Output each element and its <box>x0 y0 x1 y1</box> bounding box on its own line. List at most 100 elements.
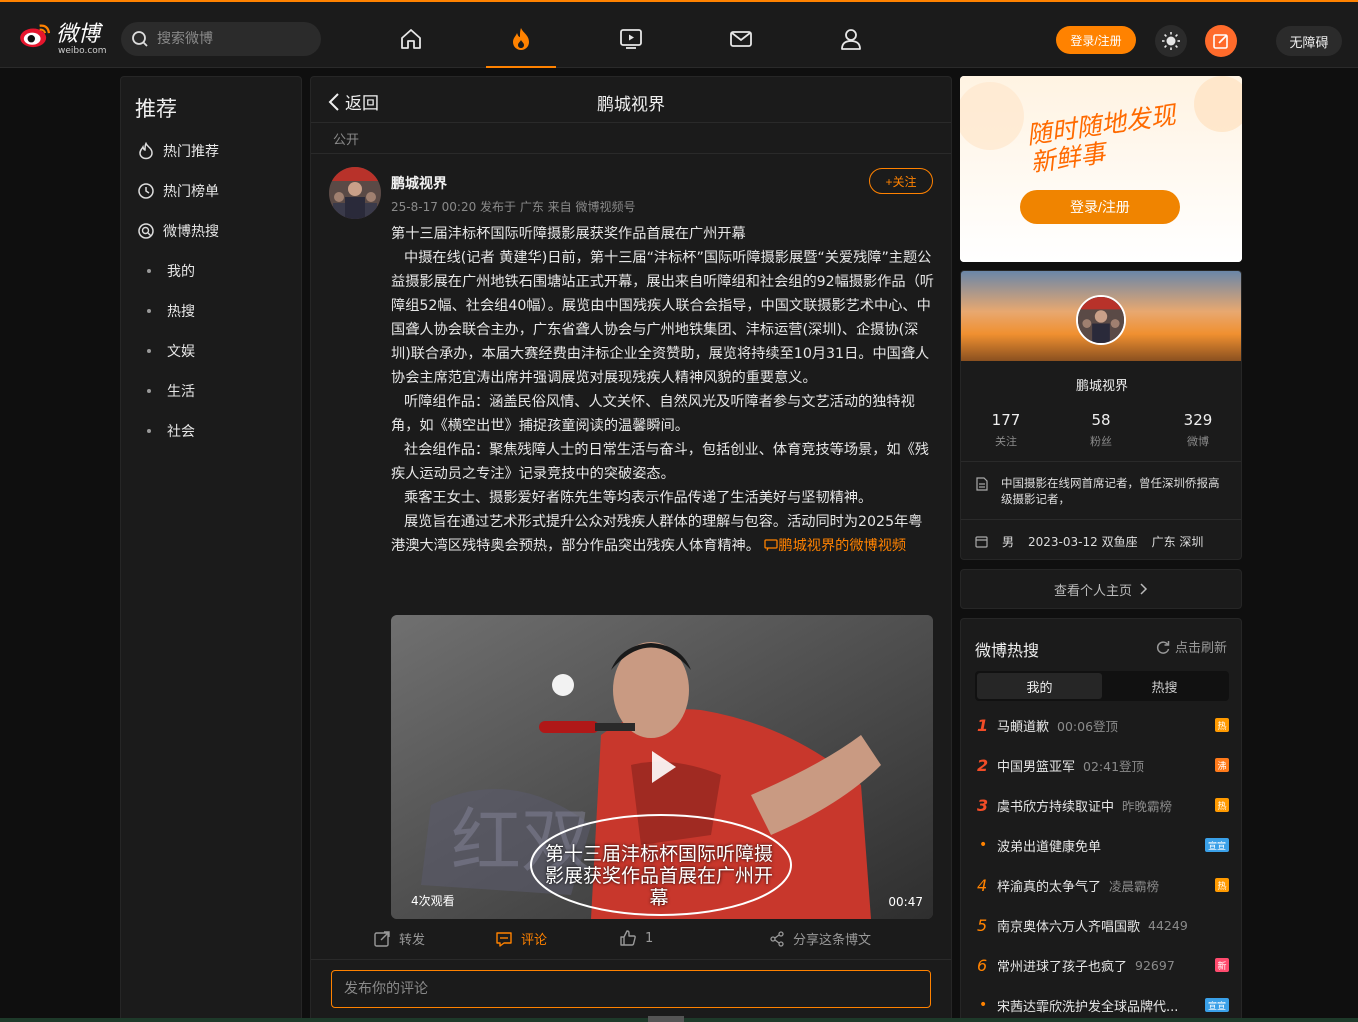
post-paragraph: 中摄在线(记者 黄建华)日前，第十三届“沣标杯”国际听障摄影展暨“关爱残障”主题… <box>391 250 934 386</box>
accessibility-button[interactable]: 无障碍 <box>1276 26 1342 56</box>
hot-text: 波弟出道健康免单 <box>997 839 1102 855</box>
hot-search-item[interactable]: • 波弟出道健康免单 宣宣 <box>975 833 1229 857</box>
weibo-logo[interactable]: 微博 weibo.com <box>18 22 107 56</box>
stat-following[interactable]: 177 关注 <box>961 411 1051 449</box>
hot-extra: 昨晚霸榜 <box>1122 798 1173 814</box>
hot-rank: 5 <box>977 915 988 935</box>
follow-button[interactable]: +关注 <box>869 168 933 194</box>
hot-search-item[interactable]: 2 中国男篮亚军 02:41登顶 沸 <box>975 753 1229 777</box>
horizontal-scrollbar[interactable] <box>648 1016 684 1022</box>
sidebar-item-hotsearch[interactable]: 热搜 <box>137 299 195 323</box>
hot-text: 南京奥体六万人齐唱国歌 <box>997 919 1141 935</box>
nav-profile[interactable] <box>838 26 864 52</box>
profile-gender: 男 <box>1002 535 1015 549</box>
video-link-icon <box>764 539 779 551</box>
hot-search-tabs: 我的 热搜 <box>975 671 1229 701</box>
sidebar-item-society[interactable]: 社会 <box>137 419 195 443</box>
video-caption: 第十三届沣标杯国际听障摄影展获奖作品首展在广州开幕 <box>544 843 773 909</box>
stat-posts[interactable]: 329 微博 <box>1153 411 1241 449</box>
search-input[interactable] <box>157 31 307 47</box>
tab-hot[interactable]: 热搜 <box>1102 673 1227 699</box>
sidebar-item-life[interactable]: 生活 <box>137 379 195 403</box>
profile-location: 广东 深圳 <box>1151 535 1204 549</box>
hot-search-item[interactable]: • 宋茜达霏欣洗护发全球品牌代... 宣宣 <box>975 993 1229 1017</box>
video-player[interactable]: 红双 第十三届沣标杯国际听障摄影展获奖作品首展在广州开幕 4次观看 00:47 <box>391 615 933 919</box>
fire-icon <box>513 28 529 50</box>
hot-extra: 02:41登顶 <box>1083 758 1145 774</box>
share-label: 分享这条博文 <box>793 933 872 948</box>
video-link[interactable]: 鹏城视界的微博视频 <box>764 538 906 554</box>
search-box[interactable] <box>121 22 321 56</box>
hot-rank: 6 <box>977 955 988 975</box>
avatar-image <box>329 167 381 219</box>
view-profile-link[interactable]: 查看个人主页 <box>960 569 1242 609</box>
hot-search-item[interactable]: 1 马頔道歉 00:06登顶 热 <box>975 713 1229 737</box>
clock-icon <box>138 183 154 199</box>
compose-button[interactable] <box>1205 25 1237 57</box>
play-icon[interactable] <box>642 747 682 787</box>
promo-login-button[interactable]: 登录/注册 <box>1020 190 1180 224</box>
hot-rank: 2 <box>977 755 989 775</box>
comment-label: 评论 <box>521 933 548 948</box>
comment-button[interactable]: 评论 <box>495 929 547 948</box>
repost-button[interactable]: 转发 <box>373 929 425 948</box>
stat-number: 58 <box>1091 411 1111 429</box>
post-body: 第十三届沣标杯国际听障摄影展获奖作品首展在广州开幕 中摄在线(记者 黄建华)日前… <box>391 222 935 558</box>
post-action-bar: 转发 评论 1 分享这条博文 <box>311 925 951 955</box>
nav-messages[interactable] <box>728 26 754 52</box>
promo-background <box>960 76 1242 262</box>
sidebar-item-hot-recommend[interactable]: 热门推荐 <box>137 139 219 163</box>
tab-mine[interactable]: 我的 <box>977 673 1102 699</box>
refresh-button[interactable]: 点击刷新 <box>1155 637 1227 656</box>
sidebar-item-label: 热门榜单 <box>163 184 219 200</box>
sidebar-item-mine[interactable]: 我的 <box>137 259 195 283</box>
post-meta: 25-8-17 00:20 发布于 广东 来自 微博视频号 <box>391 200 636 214</box>
document-icon <box>976 477 988 491</box>
video-duration: 00:47 <box>888 895 923 909</box>
stat-number: 177 <box>991 411 1021 429</box>
share-button[interactable]: 分享这条博文 <box>769 929 871 948</box>
theme-toggle-button[interactable] <box>1155 25 1187 57</box>
refresh-icon <box>1156 640 1170 654</box>
sidebar-item-hot-search[interactable]: 微博热搜 <box>137 219 219 243</box>
hot-search-item[interactable]: 3 虞书欣方持续取证中 昨晚霸榜 热 <box>975 793 1229 817</box>
nav-hot[interactable] <box>508 26 534 52</box>
hot-search-item[interactable]: 4 梓渝真的太争气了 凌晨霸榜 热 <box>975 873 1229 897</box>
stat-label: 粉丝 <box>1090 435 1112 448</box>
hot-search-item[interactable]: 5 南京奥体六万人齐唱国歌 44249 <box>975 913 1229 937</box>
profile-name[interactable]: 鹏城视界 <box>961 375 1241 394</box>
refresh-label: 点击刷新 <box>1174 641 1227 656</box>
sidebar-item-entertainment[interactable]: 文娱 <box>137 339 195 363</box>
repost-icon <box>374 930 390 947</box>
profile-avatar[interactable] <box>1076 295 1126 345</box>
bullet-icon <box>147 269 151 273</box>
login-register-button[interactable]: 登录/注册 <box>1056 26 1136 54</box>
divider <box>311 153 951 154</box>
author-name[interactable]: 鹏城视界 <box>391 173 447 193</box>
author-avatar[interactable] <box>329 167 381 219</box>
comment-icon <box>496 931 512 947</box>
divider <box>961 461 1241 462</box>
nav-video[interactable] <box>618 26 644 52</box>
share-icon <box>770 930 784 947</box>
like-button[interactable]: 1 <box>619 929 653 947</box>
sidebar-item-label: 社会 <box>167 424 195 440</box>
hot-text: 中国男篮亚军 <box>997 759 1076 775</box>
video-screen-icon <box>620 29 642 49</box>
sidebar-title: 推荐 <box>135 97 177 121</box>
hot-rank: • <box>979 997 988 1013</box>
edit-icon <box>1213 34 1228 49</box>
hot-badge: 沸 <box>1215 758 1229 772</box>
hot-text: 马頔道歉 <box>997 719 1050 735</box>
home-icon <box>401 29 421 49</box>
sidebar-item-hot-rank[interactable]: 热门榜单 <box>137 179 219 203</box>
post-detail-panel: 返回 鹏城视界 公开 鹏城视界 25-8-17 00:20 发布于 广东 来自 … <box>310 76 952 1022</box>
video-view-count: 4次观看 <box>411 894 455 908</box>
bullet-icon <box>147 429 151 433</box>
nav-home[interactable] <box>398 26 424 52</box>
comment-input[interactable] <box>331 970 931 1008</box>
hot-search-item[interactable]: 6 常州进球了孩子也疯了 92697 新 <box>975 953 1229 977</box>
post-paragraph-last: 展览旨在通过艺术形式提升公众对残疾人群体的理解与包容。活动同时为2025年粤港澳… <box>391 510 935 558</box>
stat-followers[interactable]: 58 粉丝 <box>1056 411 1146 449</box>
like-count: 1 <box>645 930 654 946</box>
